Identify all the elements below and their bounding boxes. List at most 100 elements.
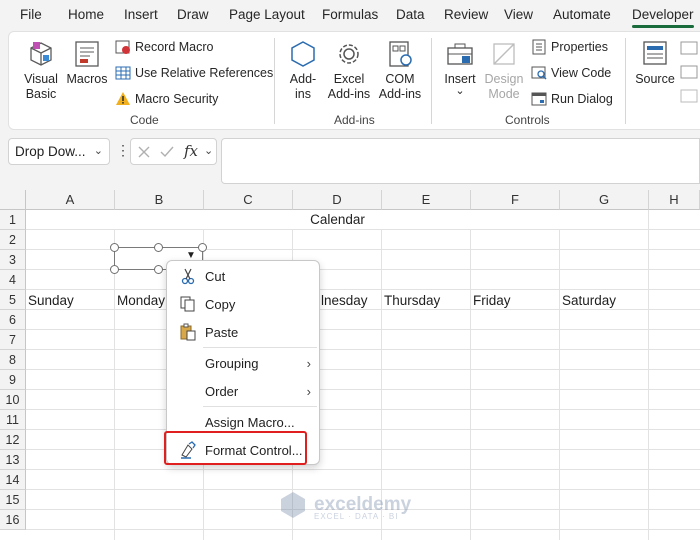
use-relative-references-button[interactable]: Use Relative References xyxy=(115,65,273,81)
resize-handle[interactable] xyxy=(154,265,163,274)
view-code-label: View Code xyxy=(551,66,612,80)
record-macro-button[interactable]: Record Macro xyxy=(115,39,214,55)
column-header-b[interactable]: B xyxy=(115,190,204,210)
add-ins-button[interactable]: Add- ins xyxy=(284,38,322,102)
group-divider xyxy=(625,38,626,124)
cell-saturday[interactable]: Saturday xyxy=(562,293,617,308)
row-header-13[interactable]: 13 xyxy=(0,450,26,470)
com-add-ins-button[interactable]: COM Add-ins xyxy=(377,38,423,102)
menu-item-label: Copy xyxy=(205,296,236,312)
column-header-e[interactable]: E xyxy=(382,190,471,210)
menu-item-paste[interactable]: Paste xyxy=(167,319,319,345)
more-options-icon[interactable]: ⋮ xyxy=(116,143,130,157)
run-dialog-label: Run Dialog xyxy=(551,92,613,106)
row-header-6[interactable]: 6 xyxy=(0,310,26,330)
source-button[interactable]: Source xyxy=(634,38,676,87)
tab-review[interactable]: Review xyxy=(444,7,488,22)
menu-item-label: Assign Macro... xyxy=(205,414,295,430)
menu-item-order[interactable]: Order › xyxy=(167,378,319,404)
view-code-button[interactable]: View Code xyxy=(531,65,611,81)
chevron-down-icon: ⌄ xyxy=(455,85,465,97)
resize-handle[interactable] xyxy=(154,243,163,252)
grid-line xyxy=(26,369,700,370)
resize-handle[interactable] xyxy=(198,243,207,252)
row-header-3[interactable]: 3 xyxy=(0,250,26,270)
row-header-10[interactable]: 10 xyxy=(0,390,26,410)
resize-handle[interactable] xyxy=(110,265,119,274)
run-dialog-button[interactable]: Run Dialog xyxy=(531,91,613,107)
tab-formulas[interactable]: Formulas xyxy=(322,7,378,22)
menu-item-cut[interactable]: Cut xyxy=(167,263,319,289)
row-header-4[interactable]: 4 xyxy=(0,270,26,290)
source-icon xyxy=(643,41,667,65)
tab-automate[interactable]: Automate xyxy=(553,7,611,22)
tab-data[interactable]: Data xyxy=(396,7,425,22)
row-header-11[interactable]: 11 xyxy=(0,410,26,430)
record-macro-label: Record Macro xyxy=(135,40,214,54)
menu-item-label: Paste xyxy=(205,324,239,340)
macros-button[interactable]: Macros xyxy=(66,38,108,87)
excel-add-ins-button[interactable]: Excel Add-ins xyxy=(326,38,372,102)
grid-line xyxy=(26,469,700,470)
name-box[interactable]: Drop Dow... ⌄ xyxy=(8,138,110,165)
row-header-5[interactable]: 5 xyxy=(0,290,26,310)
grid-line xyxy=(470,210,471,540)
visual-basic-button[interactable]: Visual Basic xyxy=(19,38,63,102)
row-header-14[interactable]: 14 xyxy=(0,470,26,490)
formula-input[interactable] xyxy=(221,138,700,184)
name-box-value: Drop Dow... xyxy=(15,144,86,159)
ribbon: Visual Basic Macros Record Macro Use Rel… xyxy=(8,31,700,130)
grid-line xyxy=(26,229,700,230)
tab-file[interactable]: File xyxy=(20,7,42,22)
row-header-12[interactable]: 12 xyxy=(0,430,26,450)
row-header-8[interactable]: 8 xyxy=(0,350,26,370)
exceldemy-logo-icon xyxy=(281,492,305,518)
chevron-right-icon: › xyxy=(306,355,311,371)
column-header-f[interactable]: F xyxy=(471,190,560,210)
cell-wednesday[interactable]: lnesday xyxy=(321,293,368,308)
chevron-down-icon[interactable]: ⌄ xyxy=(94,144,103,157)
column-header-a[interactable]: A xyxy=(26,190,115,210)
menu-item-copy[interactable]: Copy xyxy=(167,291,319,317)
design-mode-label-2: Mode xyxy=(488,87,520,101)
menu-item-grouping[interactable]: Grouping › xyxy=(167,350,319,376)
tab-page-layout[interactable]: Page Layout xyxy=(229,7,305,22)
enter-icon[interactable] xyxy=(159,144,175,160)
cancel-icon[interactable] xyxy=(136,144,152,160)
insert-function-icon[interactable]: fx xyxy=(184,142,198,160)
tab-view[interactable]: View xyxy=(504,7,533,22)
cell-thursday[interactable]: Thursday xyxy=(384,293,441,308)
chevron-down-icon[interactable]: ⌄ xyxy=(204,144,213,157)
properties-button[interactable]: Properties xyxy=(531,39,608,55)
row-header-15[interactable]: 15 xyxy=(0,490,26,510)
grid-line xyxy=(26,309,700,310)
insert-control-button[interactable]: Insert ⌄ xyxy=(441,38,479,97)
design-mode-button[interactable]: Design Mode xyxy=(483,38,525,102)
column-header-h[interactable]: H xyxy=(649,190,700,210)
worksheet-grid[interactable]: A B C D E F G H 1 2 3 4 5 6 7 8 9 10 11 … xyxy=(0,190,700,540)
tab-developer[interactable]: Developer xyxy=(632,7,694,28)
watermark-tagline: EXCEL · DATA · BI xyxy=(314,512,399,521)
row-header-2[interactable]: 2 xyxy=(0,230,26,250)
cell-monday[interactable]: Monday xyxy=(117,293,166,308)
cell-friday[interactable]: Friday xyxy=(473,293,511,308)
tab-home[interactable]: Home xyxy=(68,7,104,22)
tab-draw[interactable]: Draw xyxy=(177,7,209,22)
column-header-d[interactable]: D xyxy=(293,190,382,210)
column-header-g[interactable]: G xyxy=(560,190,649,210)
macro-security-button[interactable]: Macro Security xyxy=(115,91,218,107)
select-all-corner[interactable] xyxy=(0,190,26,210)
tab-insert[interactable]: Insert xyxy=(124,7,158,22)
row-header-16[interactable]: 16 xyxy=(0,510,26,530)
row-header-9[interactable]: 9 xyxy=(0,370,26,390)
cell-sunday[interactable]: Sunday xyxy=(28,293,74,308)
row-header-7[interactable]: 7 xyxy=(0,330,26,350)
column-header-c[interactable]: C xyxy=(204,190,293,210)
run-dialog-icon xyxy=(531,92,547,106)
group-divider xyxy=(431,38,432,124)
resize-handle[interactable] xyxy=(110,243,119,252)
formula-actions: fx ⌄ xyxy=(130,138,217,165)
grid-line xyxy=(26,529,700,530)
row-header-1[interactable]: 1 xyxy=(0,210,26,230)
calendar-title-cell[interactable]: Calendar xyxy=(27,210,648,229)
